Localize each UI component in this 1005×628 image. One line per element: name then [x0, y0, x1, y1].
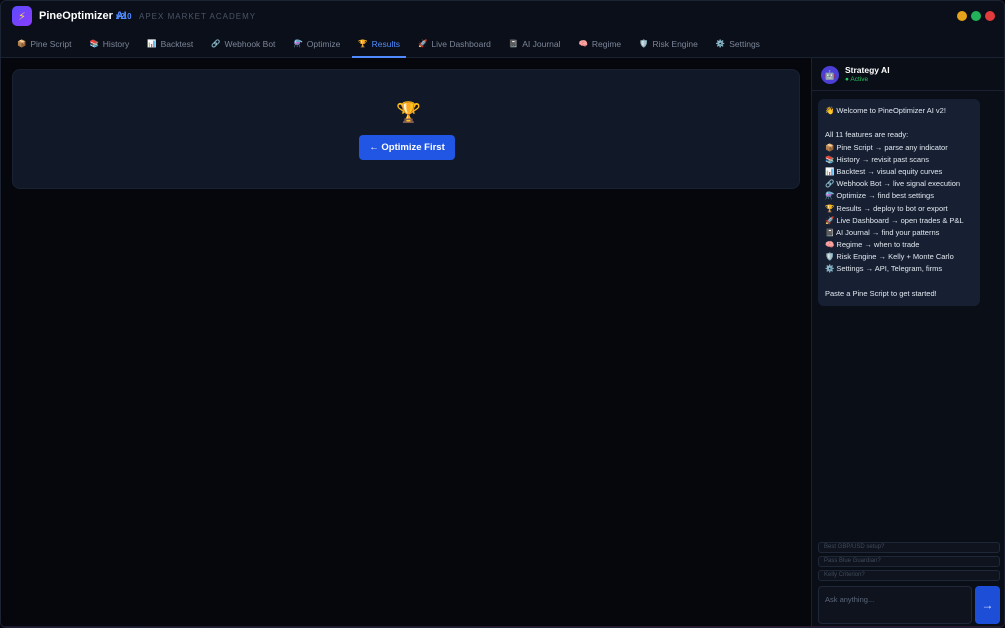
message-line: ⚗️ Optimize → find best settings [825, 191, 934, 201]
tab-label: History [102, 38, 130, 49]
message-line: 🔗 Webhook Bot → live signal execution [825, 179, 961, 189]
suggestion-list: Best GBP/USD setup? Pass Blue Guardian? … [818, 542, 1000, 584]
tab-label: Live Dashboard [431, 38, 491, 49]
tab-pine-script[interactable]: 📦 Pine Script [11, 31, 77, 58]
gear-icon: ⚙️ [715, 39, 726, 48]
trophy-icon: 🏆 [358, 39, 368, 48]
message-line: 📓 AI Journal → find your patterns [825, 227, 940, 237]
tab-label: Regime [591, 38, 622, 49]
brain-icon: 🧠 [578, 39, 588, 48]
message-line: 📦 Pine Script → parse any indicator [825, 142, 948, 152]
app-name: PineOptimizer AI [39, 10, 127, 22]
optimize-first-button[interactable]: ← Optimize First [359, 135, 455, 160]
books-icon: 📚 [89, 39, 99, 48]
tab-optimize[interactable]: ⚗️ Optimize [287, 31, 346, 58]
notebook-icon: 📓 [508, 39, 519, 48]
message-line: 👋 Welcome to PineOptimizer AI v2! [825, 106, 946, 115]
chat-input[interactable] [818, 586, 972, 624]
chat-panel: 🤖 Strategy AI ● Active 👋 Welcome to Pine… [811, 58, 1004, 627]
message-line: ⚙️ Settings → API, Telegram, firms [825, 264, 943, 274]
message-line: 📊 Backtest → visual equity curves [825, 166, 943, 176]
tab-regime[interactable]: 🧠 Regime [573, 31, 628, 58]
suggestion-chip[interactable]: Pass Blue Guardian? [818, 556, 1000, 567]
tab-settings[interactable]: ⚙️ Settings [710, 31, 766, 58]
app-subtitle: APEX MARKET ACADEMY [139, 12, 257, 21]
minimize-button[interactable] [957, 11, 967, 21]
chat-input-row: → [818, 586, 1000, 624]
bar-chart-icon: 📊 [147, 39, 157, 48]
tab-history[interactable]: 📚 History [83, 31, 135, 58]
link-icon: 🔗 [211, 39, 221, 48]
trophy-icon: 🏆 [396, 102, 421, 124]
message-line: 📚 History → revisit past scans [825, 154, 929, 164]
tab-label: Webhook Bot [224, 38, 276, 49]
tab-live-dashboard[interactable]: 🚀 Live Dashboard [412, 31, 497, 58]
message-line: 🚀 Live Dashboard → open trades & P&L [825, 215, 964, 225]
message-line: All 11 features are ready: [825, 130, 909, 140]
message-line-blank [825, 117, 973, 129]
message-line: Paste a Pine Script to get started! [825, 288, 937, 298]
message-line-blank [825, 276, 973, 288]
send-button[interactable]: → [975, 586, 1000, 624]
package-icon: 📦 [17, 39, 27, 48]
tab-list: 📦 Pine Script 📚 History 📊 Backtest 🔗 Webhook… [11, 31, 772, 58]
tab-label: Optimize [306, 38, 341, 49]
robot-avatar-icon: 🤖 [821, 66, 839, 84]
tab-bar: 📦 Pine Script 📚 History 📊 Backtest 🔗 Webhook… [1, 31, 1004, 58]
chat-header: 🤖 Strategy AI ● Active [812, 58, 1004, 91]
suggestion-chip[interactable]: Best GBP/USD setup? [818, 542, 1000, 553]
message-line: 🛡️ Risk Engine → Kelly + Monte Carlo [825, 252, 954, 262]
tab-label: Settings [729, 38, 760, 49]
lightning-logo-icon: ⚡ [12, 6, 32, 26]
tab-backtest[interactable]: 📊 Backtest [141, 31, 199, 58]
tab-label: Backtest [160, 38, 194, 49]
app-version: v2.0 [116, 12, 132, 21]
bot-name: Strategy AI [845, 65, 890, 75]
close-button[interactable] [985, 11, 995, 21]
status-badge: ● Active [845, 76, 869, 83]
tab-risk-engine[interactable]: 🛡️ Risk Engine [633, 31, 704, 58]
app-name-text: PineOptimizer [39, 10, 113, 22]
tab-label: Results [371, 38, 401, 49]
results-panel: 🏆 ← Optimize First [1, 58, 811, 627]
tab-results[interactable]: 🏆 Results [352, 31, 407, 58]
title-bar: ⚡ PineOptimizer AI v2.0 APEX MARKET ACAD… [1, 1, 1004, 31]
rocket-icon: 🚀 [418, 39, 428, 48]
tab-ai-journal[interactable]: 📓 AI Journal [503, 31, 567, 58]
shield-icon: 🛡️ [639, 39, 649, 48]
tab-webhook-bot[interactable]: 🔗 Webhook Bot [205, 31, 281, 58]
chat-message-bubble: 👋 Welcome to PineOptimizer AI v2! All 11… [818, 99, 980, 306]
tab-label: AI Journal [522, 38, 561, 49]
tab-label: Pine Script [30, 38, 72, 49]
message-line: 🏆 Results → deploy to bot or export [825, 203, 948, 213]
message-line: 🧠 Regime → when to trade [825, 240, 920, 250]
results-empty-card: 🏆 ← Optimize First [12, 69, 800, 189]
suggestion-chip[interactable]: Kelly Criterion? [818, 570, 1000, 581]
app-window: ⚡ PineOptimizer AI v2.0 APEX MARKET ACAD… [0, 0, 1005, 628]
tab-label: Risk Engine [652, 38, 698, 49]
flask-icon: ⚗️ [293, 39, 303, 48]
maximize-button[interactable] [971, 11, 981, 21]
